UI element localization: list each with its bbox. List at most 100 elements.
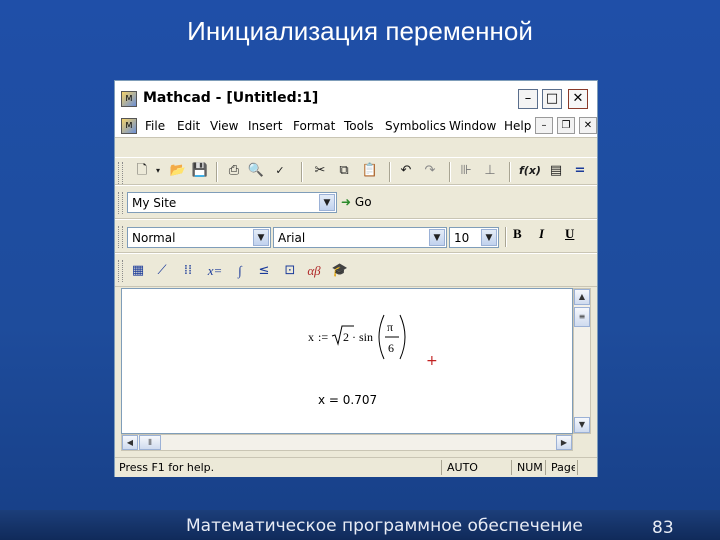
close-button[interactable]: ✕ [568, 89, 588, 109]
definition-assign: := [318, 330, 328, 344]
chevron-down-icon[interactable]: ▼ [481, 229, 497, 246]
chevron-down-icon[interactable]: ▼ [253, 229, 269, 246]
menu-insert[interactable]: Insert [248, 119, 282, 133]
title-bar[interactable]: M Mathcad - [Untitled:1] – □ ✕ [115, 81, 597, 115]
font-value: Arial [278, 231, 306, 245]
chevron-down-icon[interactable]: ▼ [319, 194, 335, 211]
calculator-icon[interactable]: ▦ [129, 262, 147, 280]
maximize-icon: □ [545, 91, 559, 106]
menu-tools[interactable]: Tools [344, 119, 374, 133]
doc-minimize-button[interactable]: – [535, 117, 553, 134]
window-title: Mathcad - [Untitled:1] [143, 90, 319, 106]
redo-icon[interactable]: ↷ [421, 162, 439, 180]
menu-bar: M File Edit View Insert Format Tools Sym… [115, 115, 597, 138]
toolbar-grip[interactable] [118, 192, 123, 214]
style-combo[interactable]: Normal ▼ [127, 227, 271, 248]
status-num: NUM [517, 461, 543, 474]
italic-button[interactable]: I [539, 226, 544, 242]
toolbar-grip[interactable] [118, 226, 123, 248]
toolbar-separator [449, 162, 451, 182]
spell-check-icon[interactable]: ✓ [271, 162, 289, 180]
worksheet[interactable]: x := 2 · sin π 6 + x = 0.707 [121, 288, 573, 434]
calculate-icon[interactable]: = [571, 162, 589, 180]
scroll-up-button[interactable]: ▲ [574, 289, 590, 305]
horizontal-scrollbar[interactable]: ◀ ⦀ ▶ [121, 434, 573, 451]
vertical-scroll-thumb[interactable]: ≡ [574, 307, 590, 327]
toolbar-separator [505, 227, 507, 247]
go-label: Go [354, 195, 372, 209]
evaluation-icon[interactable]: x= [203, 262, 227, 280]
definition-func: sin [359, 330, 373, 344]
scroll-down-button[interactable]: ▼ [574, 417, 590, 433]
align-vertical-icon[interactable]: ⊥ [481, 162, 499, 180]
matrix-icon[interactable]: ⁞⁞ [179, 262, 197, 280]
address-combo[interactable]: My Site ▼ [127, 192, 337, 213]
status-divider [545, 460, 546, 475]
size-combo[interactable]: 10 ▼ [449, 227, 499, 248]
toolbar-separator [216, 162, 218, 182]
undo-icon[interactable]: ↶ [397, 162, 415, 180]
align-horizontal-icon[interactable]: ⊪ [457, 162, 475, 180]
menu-edit[interactable]: Edit [177, 119, 200, 133]
programming-icon[interactable]: ⊡ [281, 262, 299, 280]
definition-dot: · [352, 330, 356, 344]
status-help-text: Press F1 for help. [119, 461, 215, 474]
scroll-left-button[interactable]: ◀ [122, 435, 138, 450]
status-page: Page [551, 461, 575, 474]
copy-icon[interactable]: ⧉ [335, 162, 353, 180]
status-divider [441, 460, 442, 475]
vertical-scrollbar[interactable]: ▲ ≡ ▼ [573, 288, 591, 434]
web-toolbar: My Site ▼ ➜ Go [115, 185, 597, 219]
font-combo[interactable]: Arial ▼ [273, 227, 447, 248]
footer-text: Математическое программное обеспечение [186, 516, 583, 536]
print-preview-icon[interactable]: 🔍 [247, 162, 265, 180]
toolbar-grip[interactable] [118, 162, 123, 184]
menu-help[interactable]: Help [504, 119, 531, 133]
mathcad-icon: M [121, 91, 137, 107]
doc-close-button[interactable]: ✕ [579, 117, 597, 134]
doc-restore-button[interactable]: ❐ [557, 117, 575, 134]
maximize-button[interactable]: □ [542, 89, 562, 109]
greek-icon[interactable]: αβ [305, 262, 323, 280]
menu-format[interactable]: Format [293, 119, 335, 133]
toolbar-separator [389, 162, 391, 182]
symbolic-icon[interactable]: 🎓 [331, 262, 349, 280]
toolbar-grip[interactable] [118, 260, 123, 282]
horizontal-scroll-thumb[interactable]: ⦀ [139, 435, 161, 450]
definition-var: x [308, 330, 314, 344]
go-arrow-icon: ➜ [341, 195, 352, 209]
math-region[interactable]: x := 2 · sin π 6 + x = 0.707 [122, 289, 572, 433]
scroll-right-button[interactable]: ▶ [556, 435, 572, 450]
menu-view[interactable]: View [210, 119, 238, 133]
dropdown-icon[interactable]: ▾ [149, 162, 167, 180]
menu-symbolics[interactable]: Symbolics [385, 119, 446, 133]
go-button[interactable]: ➜ Go [341, 195, 372, 209]
status-bar: Press F1 for help. AUTO NUM Page [115, 457, 597, 477]
open-icon[interactable]: 📂 [169, 162, 187, 180]
minimize-button[interactable]: – [518, 89, 538, 109]
unit-icon[interactable]: ▤ [547, 162, 565, 180]
paste-icon[interactable]: 📋 [361, 162, 379, 180]
toolbar-separator [301, 162, 303, 182]
boolean-icon[interactable]: ≤ [255, 262, 273, 280]
right-paren [399, 314, 406, 360]
function-icon[interactable]: f(x) [519, 162, 541, 180]
print-icon[interactable]: ⎙ [225, 162, 243, 180]
bold-button[interactable]: B [513, 226, 522, 242]
minimize-icon: – [524, 91, 532, 106]
calculus-icon[interactable]: ∫ [231, 262, 249, 280]
underline-button[interactable]: U [565, 226, 574, 242]
graph-icon[interactable]: ⟋ [153, 262, 171, 280]
math-toolbar: ▦ ⟋ ⁞⁞ x= ∫ ≤ ⊡ αβ 🎓 [115, 253, 597, 287]
menu-file[interactable]: File [145, 119, 165, 133]
definition-radicand: 2 [343, 330, 349, 344]
status-divider [511, 460, 512, 475]
document-icon[interactable]: M [121, 118, 137, 134]
chevron-down-icon[interactable]: ▼ [429, 229, 445, 246]
cut-icon[interactable]: ✂ [311, 162, 329, 180]
save-icon[interactable]: 💾 [191, 162, 209, 180]
menu-window[interactable]: Window [449, 119, 496, 133]
status-mode: AUTO [447, 461, 478, 474]
standard-toolbar: 🗋 ▾ 📂 💾 ⎙ 🔍 ✓ ✂ ⧉ 📋 ↶ ↷ ⊪ ⊥ f(x) ▤ = [115, 157, 597, 185]
address-value: My Site [132, 196, 177, 210]
